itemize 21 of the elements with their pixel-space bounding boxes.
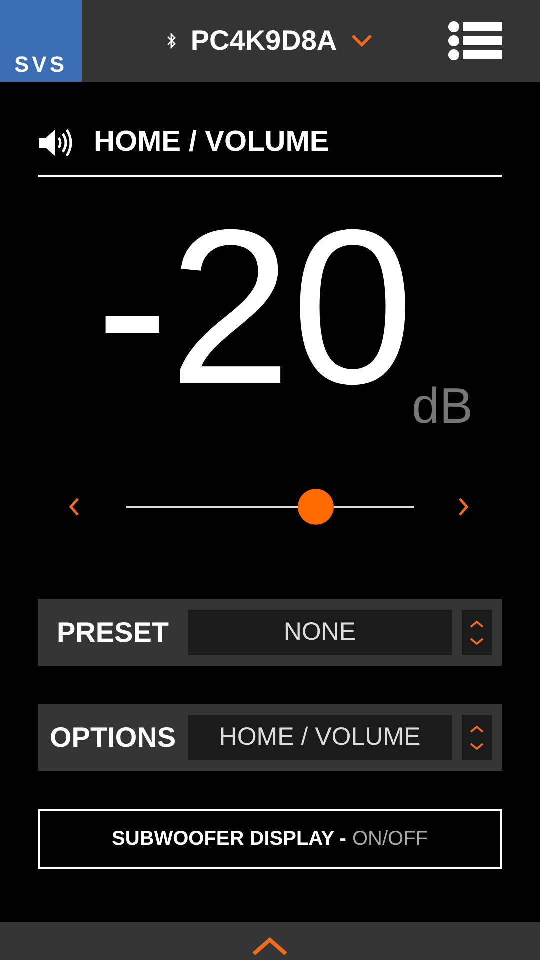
logo: SVS: [0, 0, 82, 82]
slider-thumb[interactable]: [298, 489, 334, 525]
selector-label: PRESET: [56, 616, 170, 648]
chevron-up-icon: [251, 936, 289, 956]
speaker-icon: [38, 128, 74, 156]
volume-unit: dB: [412, 377, 474, 435]
selector-label: OPTIONS: [48, 722, 177, 754]
chevron-right-icon: [458, 497, 470, 517]
subwoofer-display-button[interactable]: SUBWOOFER DISPLAY - ON/OFF: [38, 809, 502, 869]
chevron-down-icon: [351, 34, 374, 48]
selector-value[interactable]: HOME / VOLUME: [188, 715, 452, 760]
menu-button[interactable]: [448, 21, 502, 61]
chevron-left-icon: [68, 497, 80, 517]
volume-value: -20: [95, 187, 414, 427]
stepper-button[interactable]: [462, 715, 492, 760]
section-title: HOME / VOLUME: [94, 126, 330, 159]
stepper-button[interactable]: [462, 610, 492, 655]
selector-value[interactable]: NONE: [188, 610, 452, 655]
device-selector[interactable]: PC4K9D8A: [102, 25, 438, 57]
bluetooth-icon: [166, 32, 177, 50]
menu-icon: [448, 21, 502, 61]
